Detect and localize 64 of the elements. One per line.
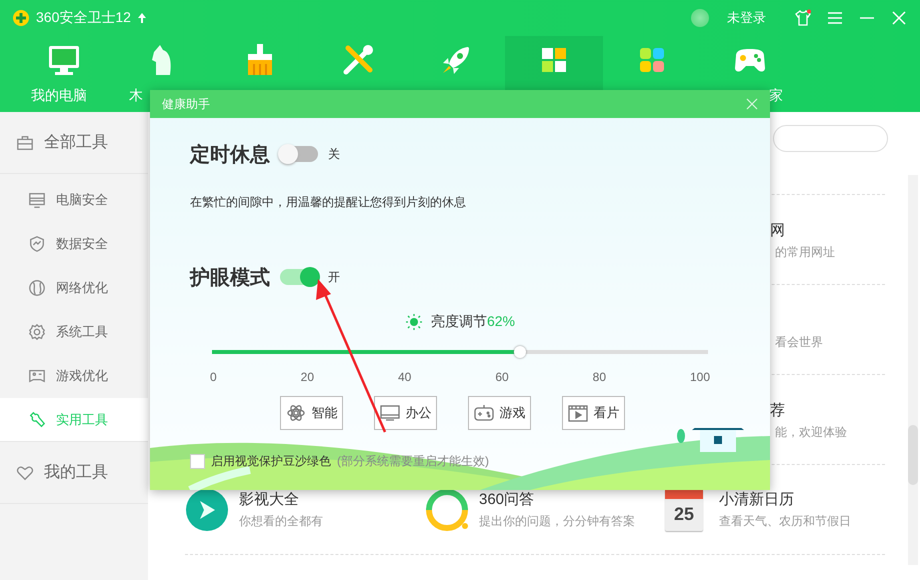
scrollbar[interactable] <box>908 175 918 565</box>
gamepad-icon <box>28 367 46 385</box>
avatar[interactable] <box>691 9 709 27</box>
tick-label: 100 <box>690 370 710 384</box>
gamepad-icon <box>474 403 494 423</box>
sun-icon <box>404 313 423 331</box>
logo-icon <box>12 9 30 27</box>
atom-icon <box>286 403 306 423</box>
dialog-title: 健康助手 <box>162 96 211 112</box>
briefcase-icon <box>16 134 34 152</box>
monitor-icon <box>380 403 400 423</box>
tick-label: 40 <box>398 370 412 384</box>
shield-icon <box>28 235 46 253</box>
mode-button[interactable]: 看片 <box>562 396 625 430</box>
tool-description: 提出你的问题，分分钟有答案 <box>479 512 635 530</box>
globe-icon <box>28 279 46 297</box>
tool-description: 查看天气、农历和节假日 <box>719 512 851 530</box>
question-icon <box>425 488 469 532</box>
mode-button[interactable]: 办公 <box>374 396 437 430</box>
checkbox[interactable] <box>190 454 205 469</box>
brightness-label: 亮度调节62% <box>430 313 516 331</box>
toggle-switch[interactable] <box>280 269 318 285</box>
mode-button[interactable]: 智能 <box>280 396 343 430</box>
tool-description: 能，欢迎体验 <box>774 424 848 441</box>
description-text: 在繁忙的间隙中，用温馨的提醒让您得到片刻的休息 <box>190 194 467 211</box>
sidebar-item[interactable]: 系统工具 <box>0 310 148 354</box>
checkbox-label[interactable]: 启用视觉保护豆沙绿色 <box>211 453 331 470</box>
sidebar-item[interactable]: 我的工具 <box>0 442 148 504</box>
calendar-icon: 25 <box>665 488 703 530</box>
close-icon[interactable] <box>746 98 758 110</box>
tick-label: 0 <box>210 370 217 384</box>
sidebar-item[interactable]: 网络优化 <box>0 266 148 310</box>
app-title: 360安全卫士12 <box>36 9 131 27</box>
toggle-switch[interactable] <box>280 146 318 162</box>
up-arrow-icon[interactable] <box>136 12 147 24</box>
mode-button[interactable]: 游戏 <box>468 396 531 430</box>
tool-title[interactable]: 小清新日历 <box>719 490 851 508</box>
tool-title[interactable]: 影视大全 <box>239 490 323 508</box>
tool-description: 的常用网址 <box>774 244 836 261</box>
search-field[interactable] <box>773 125 888 152</box>
toggle-state: 关 <box>328 146 340 162</box>
sidebar-item[interactable]: 游戏优化 <box>0 354 148 398</box>
tool-title: 荐 <box>770 401 786 421</box>
film-icon <box>568 403 588 423</box>
close-icon[interactable] <box>890 9 908 27</box>
sidebar-item[interactable]: 电脑安全 <box>0 178 148 222</box>
setting-title: 定时休息 <box>190 142 270 168</box>
heart-icon <box>16 464 34 482</box>
shirt-icon[interactable] <box>794 9 812 27</box>
sidebar-item[interactable]: 数据安全 <box>0 222 148 266</box>
wrench-icon <box>28 410 46 428</box>
tool-title[interactable]: 360问答 <box>479 490 635 508</box>
tool-description: 看会世界 <box>774 334 824 351</box>
tool-description: 你想看的全都有 <box>239 512 323 530</box>
tool-title: 网 <box>770 221 786 241</box>
monitor-icon <box>28 191 46 209</box>
toggle-state: 开 <box>328 268 340 286</box>
tick-label: 80 <box>592 370 606 384</box>
setting-title: 护眼模式 <box>190 266 270 290</box>
sidebar-item[interactable]: 全部工具 <box>0 112 148 174</box>
gear-icon <box>28 323 46 341</box>
tick-label: 20 <box>300 370 314 384</box>
play-icon <box>185 488 229 532</box>
tick-label: 60 <box>495 370 509 384</box>
